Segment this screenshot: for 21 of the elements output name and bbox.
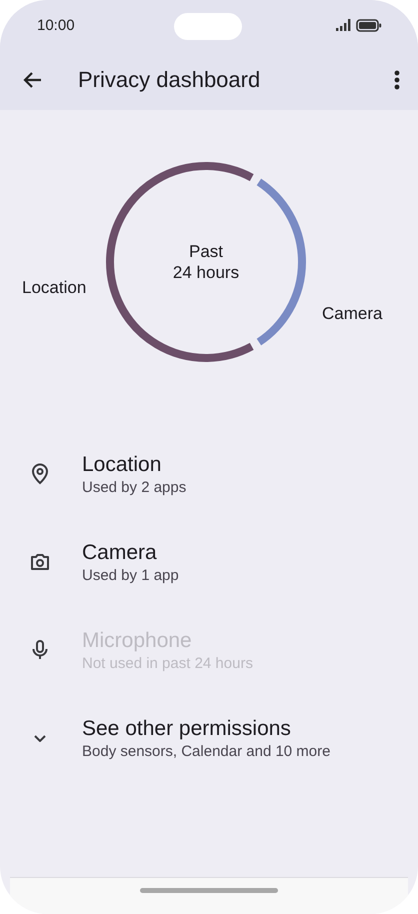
segment-label: Camera xyxy=(322,304,382,324)
item-subtitle: Body sensors, Calendar and 10 more xyxy=(82,742,330,762)
ring-center-label: Past 24 hours xyxy=(172,241,240,283)
more-icon xyxy=(394,70,400,90)
item-subtitle: Used by 1 app xyxy=(82,566,179,586)
camera-cutout xyxy=(174,13,242,40)
item-title: Location xyxy=(82,452,162,478)
back-arrow-icon xyxy=(22,71,42,89)
segment-label: Location xyxy=(22,278,86,298)
status-time: 10:00 xyxy=(37,16,75,34)
home-handle[interactable] xyxy=(140,888,278,893)
item-title: Camera xyxy=(82,540,158,566)
item-subtitle: Used by 2 apps xyxy=(82,478,186,498)
signal-icon xyxy=(336,19,352,31)
permission-item[interactable]: Location Used by 2 apps xyxy=(0,440,418,508)
item-title: See other permissions xyxy=(82,716,292,742)
chevron-down-icon xyxy=(34,734,46,742)
battery-icon xyxy=(356,18,382,32)
screen-title: Privacy dashboard xyxy=(78,67,260,93)
permission-item[interactable]: Camera Used by 1 app xyxy=(0,528,418,596)
permission-item[interactable]: See other permissions Body sensors, Calendar and 10 more xyxy=(0,704,418,772)
